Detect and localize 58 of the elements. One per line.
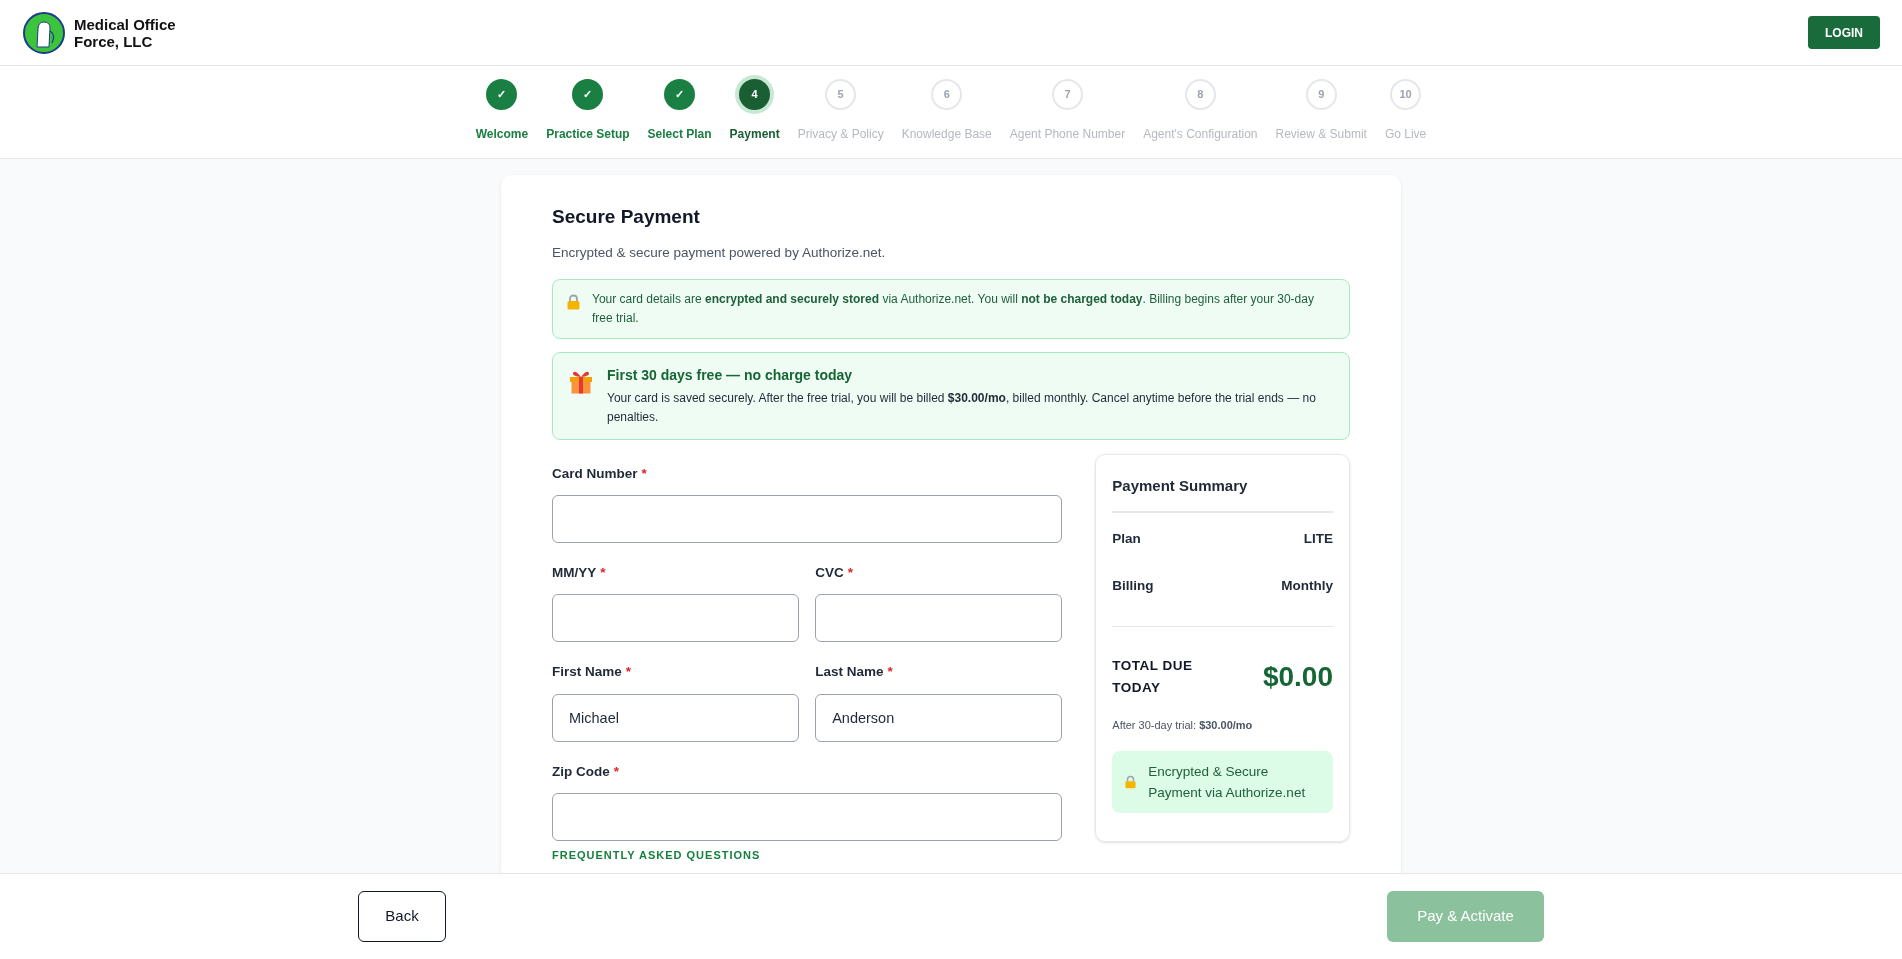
step-marker: 9 xyxy=(1305,79,1337,110)
step-marker: ✓ xyxy=(572,79,604,110)
step-label: Welcome xyxy=(475,126,529,143)
step-label: Privacy & Policy xyxy=(797,126,884,143)
summary-label: Plan xyxy=(1112,530,1141,549)
total-amount: $0.00 xyxy=(1262,659,1333,694)
input-field[interactable] xyxy=(552,594,800,643)
input-field[interactable] xyxy=(552,792,1063,841)
step-marker: ✓ xyxy=(486,79,518,110)
required-mark: * xyxy=(600,565,606,580)
field-label: MM/YY xyxy=(552,565,597,580)
summary-title: Payment Summary xyxy=(1112,474,1333,514)
step-label: Practice Setup xyxy=(546,126,630,143)
page-title: Secure Payment xyxy=(552,205,701,229)
field-label: Last Name xyxy=(815,664,884,680)
step-marker: ✓ xyxy=(664,79,696,110)
after-trial-text: After 30-day trial: $30.00/mo xyxy=(1112,717,1254,733)
trial-title: First 30 days free — no charge today xyxy=(607,365,854,385)
input-field[interactable] xyxy=(552,495,1063,543)
logo-icon xyxy=(22,10,66,55)
field-label: First Name xyxy=(552,664,622,680)
step-label: Payment xyxy=(729,126,780,143)
step-label: Agent Phone Number xyxy=(1009,126,1126,143)
step-marker: 5 xyxy=(825,79,857,110)
total-label: TOTAL DUE TODAY xyxy=(1112,656,1194,697)
login-button[interactable]: LOGIN xyxy=(1808,16,1880,49)
trial-text: Your card is saved securely. After the free trial, you will be billed $30.00/mo, billed monthly. Cancel anytime before the trial ends — no penalties. xyxy=(607,389,1317,426)
input-field[interactable] xyxy=(815,594,1063,643)
lock-icon xyxy=(567,293,580,310)
input-field[interactable]: Michael xyxy=(552,693,800,742)
step-marker: 8 xyxy=(1184,79,1216,110)
field-label: Zip Code xyxy=(552,763,610,779)
required-mark: * xyxy=(887,664,893,680)
step-label: Select Plan xyxy=(647,126,712,143)
step-label: Review & Submit xyxy=(1275,126,1367,143)
step-marker: 6 xyxy=(931,79,963,110)
notice-text: Your card details are encrypted and securely stored via Authorize.net. You will not be charged today. Billing begins after your 30-day free trial. xyxy=(592,290,1315,327)
summary-value: LITE xyxy=(1303,530,1333,549)
required-mark: * xyxy=(847,565,853,580)
field-label: CVC xyxy=(815,565,844,580)
required-mark: * xyxy=(641,465,647,481)
step-label: Agent's Configuration xyxy=(1143,126,1258,143)
input-field[interactable]: Anderson xyxy=(815,693,1063,742)
back-button[interactable]: Back xyxy=(358,891,446,942)
field-label: Card Number xyxy=(552,465,638,481)
summary-label: Billing xyxy=(1112,576,1154,595)
step-label: Go Live xyxy=(1384,126,1427,143)
required-mark: * xyxy=(613,763,619,779)
summary-value: Monthly xyxy=(1281,576,1333,595)
brand-name: Medical Office Force, LLC xyxy=(74,15,176,50)
page-subtitle: Encrypted & secure payment powered by Authorize.net. xyxy=(552,243,887,262)
required-mark: * xyxy=(625,664,632,680)
faq-heading: FREQUENTLY ASKED QUESTIONS xyxy=(552,847,762,863)
secure-text: Encrypted & Secure Payment via Authorize.net xyxy=(1148,763,1307,803)
step-marker: 10 xyxy=(1390,79,1422,110)
step-marker: 7 xyxy=(1051,79,1083,110)
step-label: Knowledge Base xyxy=(901,126,992,143)
lock-icon xyxy=(1125,775,1137,790)
